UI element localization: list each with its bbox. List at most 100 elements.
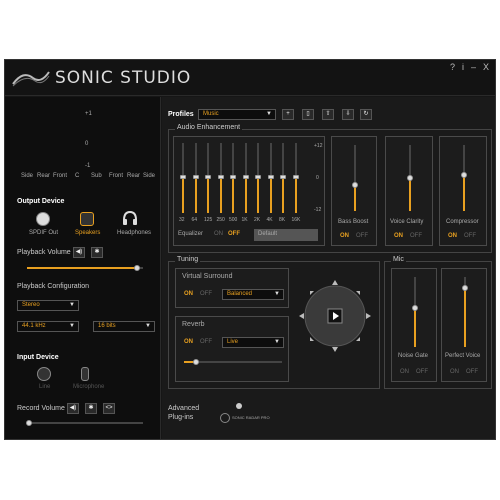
reverb-on-toggle[interactable]: ON xyxy=(184,339,193,345)
eq-band-knob[interactable] xyxy=(205,175,211,179)
eq-preset-field[interactable]: Default xyxy=(254,229,318,241)
eq-band-knob[interactable] xyxy=(217,175,224,179)
eq-band-knob[interactable] xyxy=(230,175,236,179)
input-device-title: Input Device xyxy=(17,354,59,361)
advanced-label: Advanced xyxy=(168,405,200,412)
eq-scale-top: +12 xyxy=(314,143,323,149)
surround-mode-dropdown[interactable]: Balanced ▼ xyxy=(222,289,284,300)
record-volume-label: Record Volume xyxy=(17,405,65,412)
sonic-radar-label: SONIC RADAR PRO xyxy=(232,415,270,420)
channel-level-top: +1 xyxy=(85,111,92,117)
add-profile-icon[interactable]: + xyxy=(282,109,294,120)
speaker-mute-icon[interactable]: ◀) xyxy=(73,247,85,258)
gear-icon[interactable]: ✱ xyxy=(91,247,103,258)
playback-volume-slider[interactable] xyxy=(27,265,143,271)
eq-band-label: 8K xyxy=(279,217,286,223)
voice-clarity-off-toggle[interactable]: OFF xyxy=(410,233,422,239)
equalizer-on-toggle[interactable]: ON xyxy=(214,231,223,237)
line-in-device-icon[interactable] xyxy=(37,367,51,381)
eq-band-fill xyxy=(182,178,184,213)
reset-profile-icon[interactable]: ↻ xyxy=(360,109,372,120)
speaker-surround-pad[interactable] xyxy=(297,278,373,354)
record-volume-knob[interactable] xyxy=(26,420,32,426)
eq-scale-mid: 0 xyxy=(316,175,319,181)
eq-band-knob[interactable] xyxy=(180,175,186,179)
eq-band-knob[interactable] xyxy=(280,175,286,179)
plugin-toggle[interactable] xyxy=(236,403,242,409)
equalizer-panel: 32 64 125 250 500 1K 2K 4K 8K 16K +12 0 -12 Equal… xyxy=(173,136,325,246)
reverb-slider[interactable] xyxy=(184,359,282,365)
equalizer-off-toggle[interactable]: OFF xyxy=(228,231,240,237)
minimize-button[interactable]: – xyxy=(471,62,476,72)
export-profile-icon[interactable]: ⇩ xyxy=(342,109,354,120)
noise-gate-knob[interactable] xyxy=(412,305,418,311)
speakers-device-icon[interactable] xyxy=(80,212,94,226)
perfect-voice-on-toggle[interactable]: ON xyxy=(450,369,459,375)
profile-dropdown[interactable]: Music ▼ xyxy=(198,109,276,120)
bass-boost-off-toggle[interactable]: OFF xyxy=(356,233,368,239)
eq-band-knob[interactable] xyxy=(292,175,299,179)
voice-clarity-knob[interactable] xyxy=(407,175,413,181)
eq-band-label: 64 xyxy=(191,217,198,223)
virtual-surround-on-toggle[interactable]: ON xyxy=(184,291,193,297)
reverb-mode-dropdown[interactable]: Live ▼ xyxy=(222,337,284,348)
eq-scale-bottom: -12 xyxy=(314,207,322,213)
reverb-label: Reverb xyxy=(182,321,205,328)
bass-boost-knob[interactable] xyxy=(352,182,358,188)
eq-band-knob[interactable] xyxy=(192,175,199,179)
delete-profile-icon[interactable]: ▯ xyxy=(302,109,314,120)
spdif-device-icon[interactable] xyxy=(36,212,50,226)
compressor-knob[interactable] xyxy=(461,172,467,178)
help-button[interactable]: ? xyxy=(450,62,455,72)
gear-icon[interactable]: ✱ xyxy=(85,403,97,414)
eq-band-fill xyxy=(219,178,222,213)
chevron-down-icon: ▼ xyxy=(145,323,151,329)
eq-band-fill xyxy=(207,178,209,213)
perfect-voice-off-toggle[interactable]: OFF xyxy=(466,369,478,375)
noise-gate-on-toggle[interactable]: ON xyxy=(400,369,409,375)
reverb-knob[interactable] xyxy=(193,359,199,365)
sample-rate-dropdown[interactable]: 44.1 kHz ▼ xyxy=(17,321,79,332)
compressor-off-toggle[interactable]: OFF xyxy=(464,233,476,239)
headphones-device-icon[interactable] xyxy=(122,210,138,226)
tuning-title: Tuning xyxy=(175,256,201,263)
noise-gate-fill xyxy=(414,308,416,347)
close-button[interactable]: X xyxy=(483,62,489,72)
speaker-mute-icon[interactable]: ◀) xyxy=(67,403,79,414)
import-profile-icon[interactable]: ⇧ xyxy=(322,109,334,120)
microphone-device-icon[interactable] xyxy=(81,367,89,381)
eq-band-knob[interactable] xyxy=(242,175,249,179)
channel-level-mid: 0 xyxy=(85,141,89,147)
eq-band-knob[interactable] xyxy=(255,175,261,179)
eq-band-label: 125 xyxy=(204,217,213,223)
eq-band-fill xyxy=(232,178,234,213)
compressor-on-toggle[interactable]: ON xyxy=(448,233,457,239)
microphone-label: Microphone xyxy=(73,384,105,390)
eq-band-label: 16K xyxy=(291,217,301,223)
info-button[interactable]: i xyxy=(462,62,464,72)
plugins-label: Plug-ins xyxy=(168,414,194,421)
monitor-icon[interactable]: <> xyxy=(103,403,115,414)
mic-group: Mic Noise Gate ON OFF Perfect Voice ON O… xyxy=(384,256,492,389)
eq-band-label: 1K xyxy=(241,217,248,223)
perfect-voice-panel: Perfect Voice ON OFF xyxy=(441,268,487,382)
channel-config-dropdown[interactable]: Stereo ▼ xyxy=(17,300,79,311)
compressor-fill xyxy=(463,175,465,211)
channel-label: Sub xyxy=(91,173,102,179)
reverb-off-toggle[interactable]: OFF xyxy=(200,339,212,345)
virtual-surround-off-toggle[interactable]: OFF xyxy=(200,291,212,297)
sonic-studio-window: SONIC STUDIO ? i – X +1 0 -1 Side Rear F… xyxy=(4,59,496,440)
headphones-label: Headphones xyxy=(117,230,152,236)
perfect-voice-knob[interactable] xyxy=(462,285,468,291)
record-volume-slider[interactable] xyxy=(26,420,143,426)
channel-label: Front xyxy=(109,173,124,179)
surround-mode-value: Balanced xyxy=(227,291,253,297)
chevron-down-icon: ▼ xyxy=(69,323,75,329)
bit-depth-dropdown[interactable]: 16 bits ▼ xyxy=(93,321,155,332)
voice-clarity-on-toggle[interactable]: ON xyxy=(394,233,403,239)
bass-boost-on-toggle[interactable]: ON xyxy=(340,233,349,239)
equalizer-label: Equalizer xyxy=(178,231,204,237)
noise-gate-off-toggle[interactable]: OFF xyxy=(416,369,428,375)
eq-band-knob[interactable] xyxy=(267,175,274,179)
playback-volume-knob[interactable] xyxy=(134,265,140,271)
